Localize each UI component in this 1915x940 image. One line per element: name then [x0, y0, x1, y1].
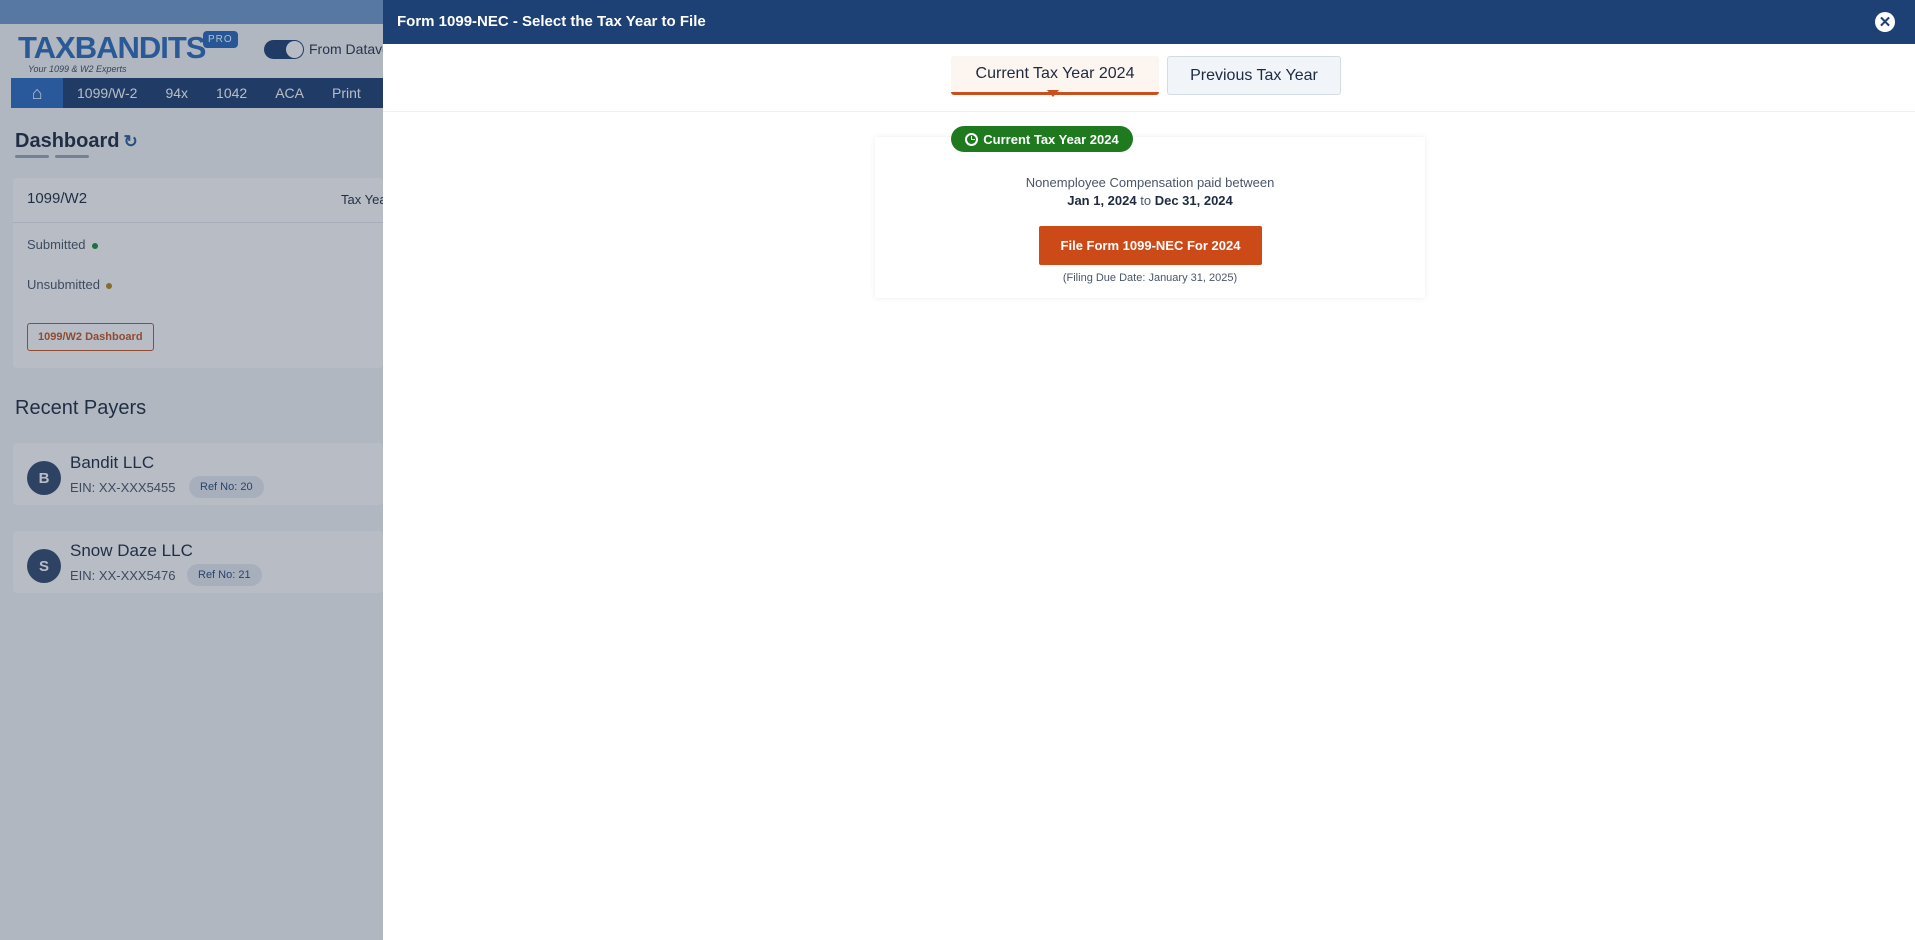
divider — [383, 111, 1915, 112]
badge-text: Current Tax Year 2024 — [983, 131, 1119, 147]
tab-previous-tax-year[interactable]: Previous Tax Year — [1167, 56, 1341, 95]
clock-icon — [965, 132, 979, 146]
to-text: to — [1140, 193, 1152, 208]
due-date-note: (Filing Due Date: January 31, 2025) — [1062, 272, 1238, 284]
tax-year-panel: Form 1099-NEC - Select the Tax Year to F… — [383, 0, 1915, 940]
start-date: Jan 1, 2024 — [1067, 193, 1137, 208]
tab-current-tax-year[interactable]: Current Tax Year 2024 — [951, 56, 1159, 97]
panel-title: Form 1099-NEC - Select the Tax Year to F… — [397, 13, 706, 30]
description: Nonemployee Compensation paid between — [1025, 175, 1275, 190]
tax-year-card: Nonemployee Compensation paid between Ja… — [875, 137, 1425, 298]
modal-backdrop[interactable] — [0, 0, 383, 940]
current-year-badge: Current Tax Year 2024 — [951, 126, 1133, 152]
panel-header: Form 1099-NEC - Select the Tax Year to F… — [383, 0, 1915, 44]
end-date: Dec 31, 2024 — [1154, 193, 1233, 208]
file-form-button[interactable]: File Form 1099-NEC For 2024 — [1039, 226, 1262, 265]
date-range: Jan 1, 2024 to Dec 31, 2024 — [875, 193, 1425, 208]
close-icon[interactable]: ✕ — [1875, 12, 1895, 32]
